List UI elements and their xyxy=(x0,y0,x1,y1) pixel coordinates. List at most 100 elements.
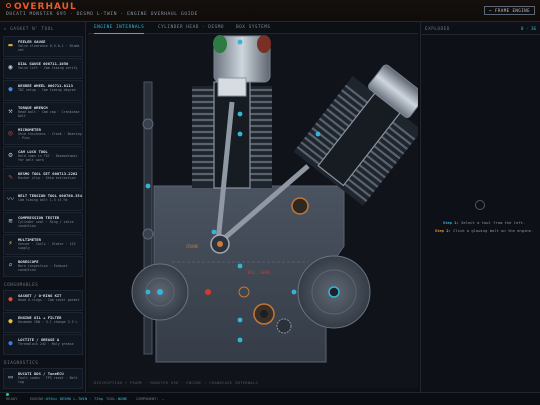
status-engine-value: 695cc DESMO L-TWIN · 73hp xyxy=(46,396,104,401)
logo-text: OVERHAUL xyxy=(14,2,77,12)
glow-bolt[interactable] xyxy=(157,289,163,295)
tool-desc: Desmodo 10W · 3.1 change 3.5 L xyxy=(18,320,78,324)
piston xyxy=(217,77,247,97)
diagnostic-ducati-dds[interactable]: ▭ DUCATI DDS / TuneECU Fault codes · TPS… xyxy=(3,368,83,389)
tool-item-multimeter[interactable]: ⚡ MULTIMETER Sensor · Coils · Stator · 1… xyxy=(3,234,83,255)
hint-step-1: Step 1: Select a tool from the left. xyxy=(429,220,539,225)
multimeter-icon: ⚡ xyxy=(8,239,13,247)
exploded-title: EXPLODED xyxy=(425,26,450,31)
tool-item-belt-tension[interactable]: 〰 BELT TENSION TOOL 000760.3544 Cam timi… xyxy=(3,190,83,211)
tool-desc: Cylinder seal · Ring / valve condition xyxy=(18,220,74,229)
tool-desc: Shim thickness · Crank · Bearing · Pins xyxy=(18,132,82,141)
tools-section-title: ▸ GASKET N' TOOL xyxy=(4,26,54,31)
glow-bolt[interactable] xyxy=(211,229,217,235)
app-subtitle: DUCATI MONSTER 695 · DESMO L-TWIN · ENGI… xyxy=(6,12,198,17)
borescope-icon: ⌕ xyxy=(8,261,13,269)
idler-gear xyxy=(276,318,292,334)
glow-bolt[interactable] xyxy=(315,131,321,137)
consumable-engine-oil[interactable]: ● ENGINE OIL + FILTER Desmodo 10W · 3.1 … xyxy=(3,312,83,333)
tool-item-cam-lock[interactable]: ⚙ CAM LOCK TOOL Hold cams in TDC · Desmo… xyxy=(3,146,83,167)
app-header: OVERHAUL DUCATI MONSTER 695 · DESMO L-TW… xyxy=(0,0,540,22)
tab-box-systems[interactable]: BOX SYSTEMS xyxy=(236,22,271,34)
exploded-panel: EXPLODED 0 · 36 Step 1: Select a tool fr… xyxy=(420,22,540,392)
tool-item-compression-tester[interactable]: ≋ COMPRESSION TESTER Cylinder seal · Rin… xyxy=(3,212,83,233)
cam-pulley xyxy=(291,197,309,215)
glow-bolt[interactable] xyxy=(237,111,243,117)
tool-item-desmo-tool[interactable]: ✎ DESMO TOOL SET 000713.2262 Rocker clip… xyxy=(3,168,83,189)
status-engine-label: ENGINE: xyxy=(30,396,47,401)
part-label: CRANK xyxy=(186,244,199,249)
engine-oil-icon: ● xyxy=(8,317,13,325)
compression-tester-icon: ≋ xyxy=(8,217,13,225)
hint-step-text: Click a glowing bolt on the engine. xyxy=(453,228,534,233)
tool-desc: Head O-rings · Cam cover gasket xyxy=(18,298,80,302)
gasket-kit-icon: ● xyxy=(8,295,13,303)
logo-icon xyxy=(6,3,11,8)
tab-engine-internals[interactable]: ENGINE INTERNALS xyxy=(94,22,145,34)
tool-desc: Valve lift · Cam timing verify xyxy=(18,66,78,70)
status-component-value: — xyxy=(162,396,165,401)
glow-bolt[interactable] xyxy=(291,289,297,295)
tool-panel: ▸ GASKET N' TOOL ▬ FEELER GAUGE Valve cl… xyxy=(0,22,86,392)
status-ready-text: READY xyxy=(6,396,18,401)
degree-wheel-icon: ● xyxy=(8,85,13,93)
consumable-gasket-kit[interactable]: ● GASKET / O-RING KIT Head O-rings · Cam… xyxy=(3,290,83,311)
cam-lock-icon: ⚙ xyxy=(8,151,13,159)
exhaust-cap xyxy=(257,35,271,53)
tool-desc: Fault codes · TPS reset · Belt log xyxy=(18,376,78,385)
clutch-hub[interactable] xyxy=(328,286,340,298)
consumable-loctite[interactable]: ● LOCTITE / GREASE A Threadlock 243 · Mo… xyxy=(3,334,83,355)
torque-wrench-icon: ⚒ xyxy=(8,107,13,115)
glow-bolt[interactable] xyxy=(145,289,151,295)
tool-desc: Rocker clip · Shim extraction xyxy=(18,176,76,180)
glow-bolt[interactable] xyxy=(145,183,151,189)
tool-desc: Hold cams in TDC · Desmodromic for belt … xyxy=(18,154,78,163)
belt-pulley xyxy=(142,118,154,130)
engine-canvas[interactable]: CRANK BAL. GEAR DESCRIPTION / FRAME · MO… xyxy=(88,34,418,388)
exploded-count: 0 · 36 xyxy=(520,26,536,31)
glow-bolt[interactable] xyxy=(237,337,243,343)
status-component-label: COMPONENT: xyxy=(136,396,159,401)
view-tabs: ENGINE INTERNALS CYLINDER HEAD · DESMO B… xyxy=(88,22,418,34)
tool-item-borescope[interactable]: ⌕ BORESCOPE Bore inspection · Exhaust co… xyxy=(3,256,83,277)
tool-item-feeler-gauge[interactable]: ▬ FEELER GAUGE Valve clearance 0.5-0.1 ·… xyxy=(3,36,83,57)
tool-desc: Threadlock 243 · Moly grease xyxy=(18,342,74,346)
glow-bolt[interactable] xyxy=(237,131,243,137)
loctite-icon: ● xyxy=(8,339,13,347)
frame-engine-button[interactable]: ← FRAME ENGINE xyxy=(484,6,535,15)
intake-cap xyxy=(213,35,227,53)
belt-pulley xyxy=(142,228,154,240)
hint-step-label: Step 2: xyxy=(434,228,451,233)
tool-desc: Valve clearance 0.5-0.1 · Blade set xyxy=(18,44,80,53)
glow-bolt[interactable] xyxy=(237,263,243,269)
laptop-icon: ▭ xyxy=(8,373,13,381)
gear-hub xyxy=(260,310,268,318)
tool-item-torque-wrench[interactable]: ⚒ TORQUE WRENCH Head bolt · Cam cap · Cr… xyxy=(3,102,83,123)
angled-cylinder xyxy=(293,64,418,206)
status-tool-value: NONE xyxy=(118,396,128,401)
app-logo: OVERHAUL xyxy=(6,2,77,12)
crank-bolt[interactable] xyxy=(217,241,223,247)
warning-bolt[interactable] xyxy=(205,289,211,295)
engine-illustration: CRANK BAL. GEAR xyxy=(131,35,418,363)
glow-bolt[interactable] xyxy=(237,39,243,45)
tool-item-micrometer[interactable]: ◎ MICROMETER Shim thickness · Crank · Be… xyxy=(3,124,83,145)
consumables-section-title: CONSUMABLES xyxy=(4,282,39,287)
panel-divider xyxy=(421,34,540,35)
micrometer-icon: ◎ xyxy=(8,129,13,137)
feeler-gauge-icon: ▬ xyxy=(8,41,13,49)
tool-desc: Bore inspection · Exhaust condition xyxy=(18,264,68,273)
tool-desc: Sensor · Coils · Stator · 12V supply xyxy=(18,242,76,251)
desmo-tool-icon: ✎ xyxy=(8,173,13,181)
tab-cylinder-head[interactable]: CYLINDER HEAD · DESMO xyxy=(158,22,224,34)
status-bar: READY ENGINE: 695cc DESMO L-TWIN · 73hp … xyxy=(0,392,540,405)
dial-gauge-icon: ◉ xyxy=(8,63,13,71)
tool-item-degree-wheel[interactable]: ● DEGREE WHEEL 000711.0113 TDC setup · C… xyxy=(3,80,83,101)
tool-desc: Cam timing belt 1.5 ±1 Hz xyxy=(18,198,68,202)
glow-bolt[interactable] xyxy=(237,317,243,323)
tool-item-dial-gauge[interactable]: ◉ DIAL GAUGE 000711.1050 Valve lift · Ca… xyxy=(3,58,83,79)
empty-state-icon xyxy=(475,200,485,210)
diagnostics-section-title: DIAGNOSTICS xyxy=(4,360,39,365)
status-tool-label: TOOL: xyxy=(106,396,118,401)
tool-desc: Head bolt · Cam cap · Crankcase bolt xyxy=(18,110,80,119)
